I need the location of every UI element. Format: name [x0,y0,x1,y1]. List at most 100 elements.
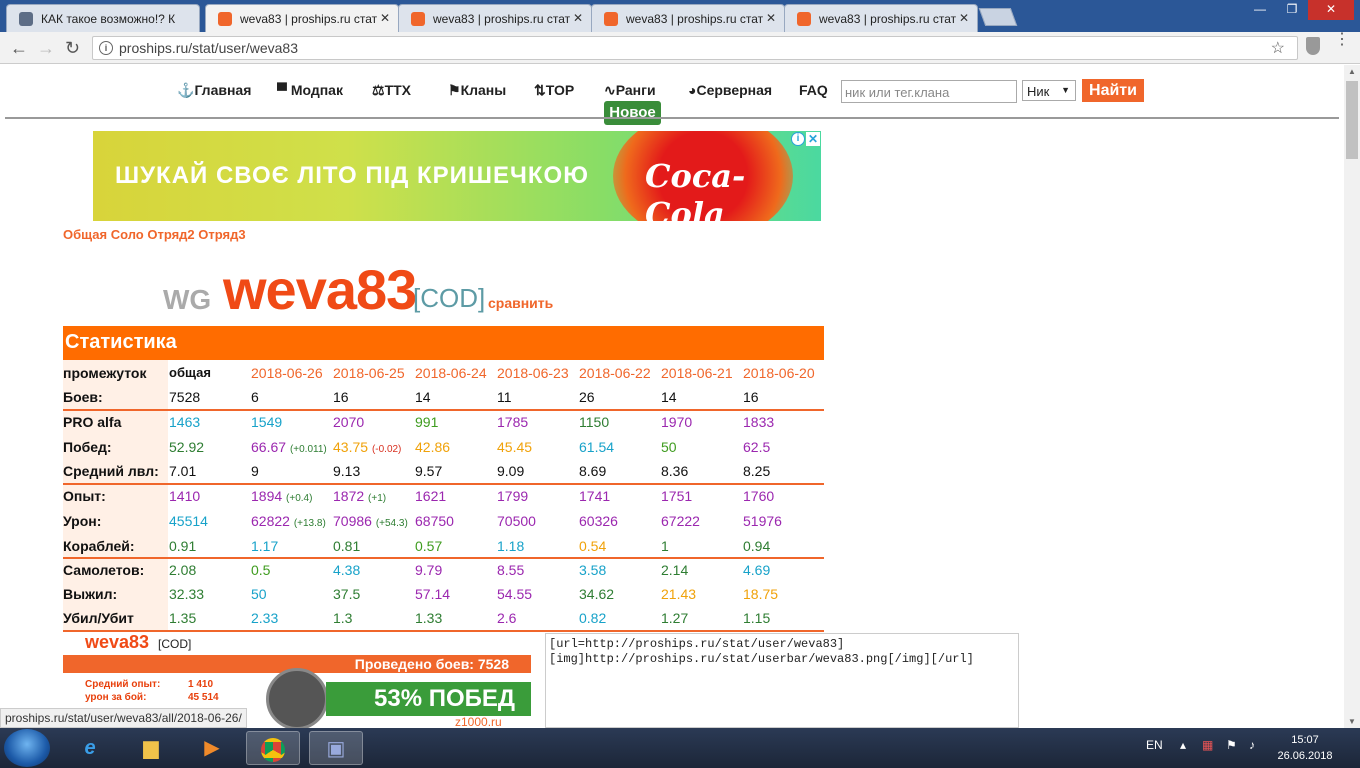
clock-time: 15:07 [1291,734,1319,746]
column-header[interactable]: 2018-06-24 [415,365,487,381]
tab-4[interactable]: weva83 | proships.ru стат ✕ [591,4,785,32]
ad-info-icon[interactable]: i [791,132,805,146]
chrome-icon[interactable] [246,731,300,765]
stat-value: 16 [333,389,349,405]
stat-cell: 0.5 [251,562,270,578]
pirate-emblem-icon [266,668,328,728]
minimize-icon[interactable]: — [1244,0,1276,20]
language-indicator[interactable]: EN [1146,738,1163,752]
column-header[interactable]: 2018-06-25 [333,365,405,381]
maximize-icon[interactable]: ❐ [1276,0,1308,20]
nav-home[interactable]: ⚓Главная [177,82,251,99]
column-header[interactable]: 2018-06-20 [743,365,815,381]
browser-tab-strip: КАК такое возможно!? К weva83 | proships… [0,0,1360,32]
nav-server[interactable]: ◕Серверная [688,82,772,98]
tab-2[interactable]: weva83 | proships.ru стат ✕ [205,4,399,32]
search-button[interactable]: Найти [1082,79,1144,102]
tab-title: weva83 | proships.ru стат [240,12,378,26]
menu-icon[interactable]: ⋮ [1334,32,1350,48]
bookmark-star-icon[interactable]: ☆ [1271,38,1285,58]
proships-icon [797,12,811,26]
address-bar[interactable]: i proships.ru/stat/user/weva83 ☆ [92,36,1298,60]
close-icon[interactable]: ✕ [573,11,583,25]
stat-cell: 9.57 [415,463,442,479]
nav-ranks[interactable]: ∿Ранги [604,82,656,99]
start-button[interactable] [4,729,50,767]
window-close-icon[interactable]: ✕ [1308,0,1354,20]
search-input[interactable]: ник или тег.клана [841,80,1017,103]
stat-value: 18.75 [743,586,779,602]
close-icon[interactable]: ✕ [959,11,969,25]
scroll-up-icon[interactable]: ▲ [1348,67,1356,76]
file-explorer-icon[interactable]: ▆ [124,731,178,765]
mode-links[interactable]: Общая Соло Отряд2 Отряд3 [63,227,246,242]
search-type-select[interactable]: Ник ▼ [1022,80,1076,101]
column-header[interactable]: 2018-06-22 [579,365,651,381]
close-icon[interactable]: ✕ [380,11,390,25]
media-player-icon[interactable]: ▶ [185,731,239,765]
scroll-down-icon[interactable]: ▼ [1348,717,1356,726]
stat-cell: 1.27 [661,610,688,626]
flag-icon[interactable]: ⚑ [1226,738,1237,752]
nav-top[interactable]: ⇅TOP [534,82,574,99]
stat-value: 6 [251,389,259,405]
stat-cell: 2.6 [497,610,516,626]
scroll-thumb[interactable] [1346,81,1358,159]
stat-delta: (-0.02) [371,444,402,455]
stat-cell: 21.43 [661,586,696,602]
extension-shield-icon[interactable] [1306,37,1320,55]
tab-1[interactable]: КАК такое возможно!? К [6,4,200,32]
column-header[interactable]: 2018-06-26 [251,365,323,381]
nav-modpack[interactable]: ▀ Модпак [277,82,343,98]
nav-ttx[interactable]: ⚖ТТХ [372,82,411,99]
stat-value: 52.92 [169,439,205,455]
stat-cell: 1894 (+0.4) [251,488,312,504]
stat-cell: 61.54 [579,439,614,455]
player-clan[interactable]: [COD] [413,283,485,314]
stat-value: 1.27 [661,610,689,626]
stat-cell: 1.35 [169,610,196,626]
bbcode-textarea[interactable]: [url=http://proships.ru/stat/user/weva83… [545,633,1019,728]
reload-icon[interactable]: ↻ [65,38,80,59]
ad-banner[interactable]: ШУКАЙ СВОЄ ЛІТО ПІД КРИШЕЧКОЮ Coca-Cola … [93,131,821,221]
info-icon[interactable]: i [99,41,113,55]
stat-value: 0.54 [579,538,607,554]
forward-icon[interactable]: → [37,38,55,59]
stat-cell: 68750 [415,513,454,529]
row-label: Побед: [63,439,112,455]
network-icon[interactable]: ▦ [1202,738,1213,752]
stat-cell: 18.75 [743,586,778,602]
stat-value: 14 [415,389,431,405]
compare-link[interactable]: сравнить [488,295,553,311]
new-badge[interactable]: Новое [604,101,661,125]
stat-value: 9.79 [415,562,443,578]
stat-cell: 1150 [579,414,609,430]
stat-value: 1894 [251,488,283,504]
back-icon[interactable]: ← [10,38,28,59]
divider [5,117,1339,119]
nav-clans[interactable]: ⚑Кланы [448,82,506,99]
close-icon[interactable]: ✕ [766,11,776,25]
nav-faq[interactable]: FAQ [799,82,828,98]
stat-cell: 4.38 [333,562,360,578]
clock[interactable]: 15:07 26.06.2018 [1275,732,1335,764]
ad-slogan: ШУКАЙ СВОЄ ЛІТО ПІД КРИШЕЧКОЮ [115,162,589,189]
volume-icon[interactable]: ♪ [1249,738,1255,752]
stat-cell: 1741 [579,488,610,504]
ad-close-icon[interactable]: ✕ [806,132,820,146]
remote-desktop-icon[interactable]: ▣ [309,731,363,765]
userbar-exp-label: Средний опыт: [85,679,161,690]
tray-arrow-icon[interactable]: ▴ [1180,738,1186,752]
internet-explorer-icon[interactable]: e [63,731,117,765]
stat-cell: 1 [661,538,669,554]
vertical-scrollbar[interactable]: ▲ ▼ [1344,65,1360,728]
stat-value: 8.69 [579,463,607,479]
stat-value: 1799 [497,488,529,504]
column-header[interactable]: 2018-06-21 [661,365,733,381]
new-tab-button[interactable] [978,8,1018,26]
tab-3[interactable]: weva83 | proships.ru стат ✕ [398,4,592,32]
stat-cell: 0.57 [415,538,442,554]
tab-5[interactable]: weva83 | proships.ru стат ✕ [784,4,978,32]
column-header[interactable]: 2018-06-23 [497,365,569,381]
stat-cell: 62.5 [743,439,770,455]
